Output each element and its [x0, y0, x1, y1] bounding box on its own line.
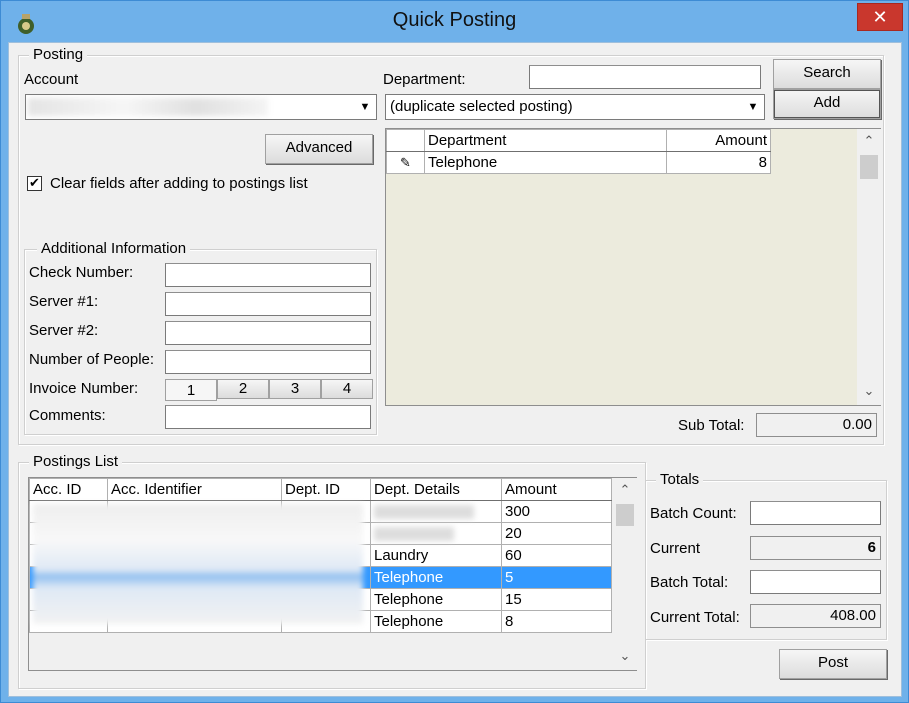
scroll-up-icon[interactable]: ⌃	[857, 133, 881, 149]
close-button[interactable]: ✕	[857, 3, 903, 31]
department-table: Department Amount ✎ Telephone 8	[386, 129, 771, 174]
subtotal-label: Sub Total:	[678, 417, 745, 434]
quick-posting-window: Quick Posting ✕ Posting Account ▼ Depart…	[0, 0, 909, 703]
amount-cell: 5	[501, 566, 612, 589]
dept-details-cell: Laundry	[370, 544, 502, 567]
postings-list-scrollbar[interactable]: ⌃ ⌄	[613, 478, 637, 670]
check-number-field[interactable]	[165, 263, 371, 287]
clear-fields-label: Clear fields after adding to postings li…	[50, 175, 308, 192]
invoice-tab-4[interactable]: 4	[321, 379, 373, 399]
invoice-tabs: 1 2 3 4	[165, 379, 373, 401]
department-grid-scrollbar[interactable]: ⌃ ⌄	[857, 129, 881, 405]
account-label: Account	[24, 71, 79, 88]
title-bar[interactable]: Quick Posting ✕	[1, 1, 908, 43]
department-label: Department:	[383, 71, 466, 88]
server2-label: Server #2:	[29, 322, 99, 339]
redacted-account-value	[28, 98, 268, 116]
invoice-tab-1[interactable]: 1	[165, 379, 217, 401]
invoice-number-label: Invoice Number:	[29, 380, 139, 397]
department-row[interactable]: ✎ Telephone 8	[386, 151, 771, 174]
dept-details-cell: Telephone	[370, 588, 502, 611]
column-header-amount[interactable]: Amount	[666, 129, 771, 152]
amount-cell: 20	[501, 522, 612, 545]
current-label: Current	[650, 540, 701, 557]
amount-cell: 300	[501, 500, 612, 523]
people-label: Number of People:	[29, 351, 155, 368]
dept-details-cell: Telephone	[370, 610, 502, 633]
department-search-field[interactable]	[529, 65, 761, 89]
window-title: Quick Posting	[392, 9, 517, 31]
column-header-dept-id[interactable]: Dept. ID	[281, 478, 371, 501]
search-button[interactable]: Search	[773, 59, 881, 89]
posting-legend: Posting	[29, 46, 88, 64]
scroll-down-icon[interactable]: ⌄	[857, 383, 881, 399]
department-combo[interactable]: (duplicate selected posting) ▼	[385, 94, 765, 120]
scroll-thumb[interactable]	[860, 155, 878, 179]
add-button[interactable]: Add	[773, 89, 881, 119]
additional-info-legend: Additional Information	[37, 240, 191, 258]
department-combo-value: (duplicate selected posting)	[390, 98, 573, 115]
post-button[interactable]: Post	[779, 649, 887, 679]
server1-field[interactable]	[165, 292, 371, 316]
scroll-up-icon[interactable]: ⌃	[613, 482, 637, 498]
server1-label: Server #1:	[29, 293, 99, 310]
amount-cell: 8	[501, 610, 612, 633]
column-header-acc-id[interactable]: Acc. ID	[29, 478, 108, 501]
comments-label: Comments:	[29, 407, 106, 424]
current-total-value: 408.00	[750, 604, 881, 628]
scroll-thumb[interactable]	[616, 504, 634, 526]
row-header-cell	[386, 129, 425, 152]
invoice-tab-3[interactable]: 3	[269, 379, 321, 399]
client-area: Posting Account ▼ Department: Search (du…	[8, 42, 902, 697]
dept-details-cell	[370, 522, 502, 545]
clear-fields-checkbox[interactable]: ✔	[27, 176, 42, 191]
batch-count-field[interactable]	[750, 501, 881, 525]
comments-field[interactable]	[165, 405, 371, 429]
batch-total-label: Batch Total:	[650, 574, 729, 591]
department-grid[interactable]: Department Amount ✎ Telephone 8 ⌃ ⌄	[385, 128, 881, 406]
server2-field[interactable]	[165, 321, 371, 345]
account-combo[interactable]: ▼	[25, 94, 377, 120]
postings-list-grid[interactable]: Acc. ID Acc. Identifier Dept. ID Dept. D…	[28, 477, 637, 671]
column-header-department[interactable]: Department	[424, 129, 667, 152]
dept-details-cell	[370, 500, 502, 523]
current-value: 6	[750, 536, 881, 560]
batch-count-label: Batch Count:	[650, 505, 737, 522]
department-cell[interactable]: Telephone	[424, 151, 667, 174]
chevron-down-icon[interactable]: ▼	[744, 97, 762, 117]
column-header-amount[interactable]: Amount	[501, 478, 612, 501]
postings-header-row: Acc. ID Acc. Identifier Dept. ID Dept. D…	[29, 478, 612, 501]
chevron-down-icon[interactable]: ▼	[356, 97, 374, 117]
postings-list-legend: Postings List	[29, 453, 123, 471]
invoice-tab-2[interactable]: 2	[217, 379, 269, 399]
totals-legend: Totals	[656, 471, 704, 489]
amount-cell: 15	[501, 588, 612, 611]
check-number-label: Check Number:	[29, 264, 134, 281]
advanced-button[interactable]: Advanced	[265, 134, 373, 164]
subtotal-value: 0.00	[756, 413, 877, 437]
column-header-dept-details[interactable]: Dept. Details	[370, 478, 502, 501]
dept-details-cell: Telephone	[370, 566, 502, 589]
pencil-icon: ✎	[386, 151, 425, 174]
column-header-acc-identifier[interactable]: Acc. Identifier	[107, 478, 282, 501]
redacted-account-columns	[33, 504, 363, 624]
amount-cell[interactable]: 8	[666, 151, 771, 174]
number-of-people-field[interactable]	[165, 350, 371, 374]
amount-cell: 60	[501, 544, 612, 567]
department-header-row: Department Amount	[386, 129, 771, 152]
scroll-down-icon[interactable]: ⌄	[613, 648, 637, 664]
current-total-label: Current Total:	[650, 609, 740, 626]
batch-total-field[interactable]	[750, 570, 881, 594]
